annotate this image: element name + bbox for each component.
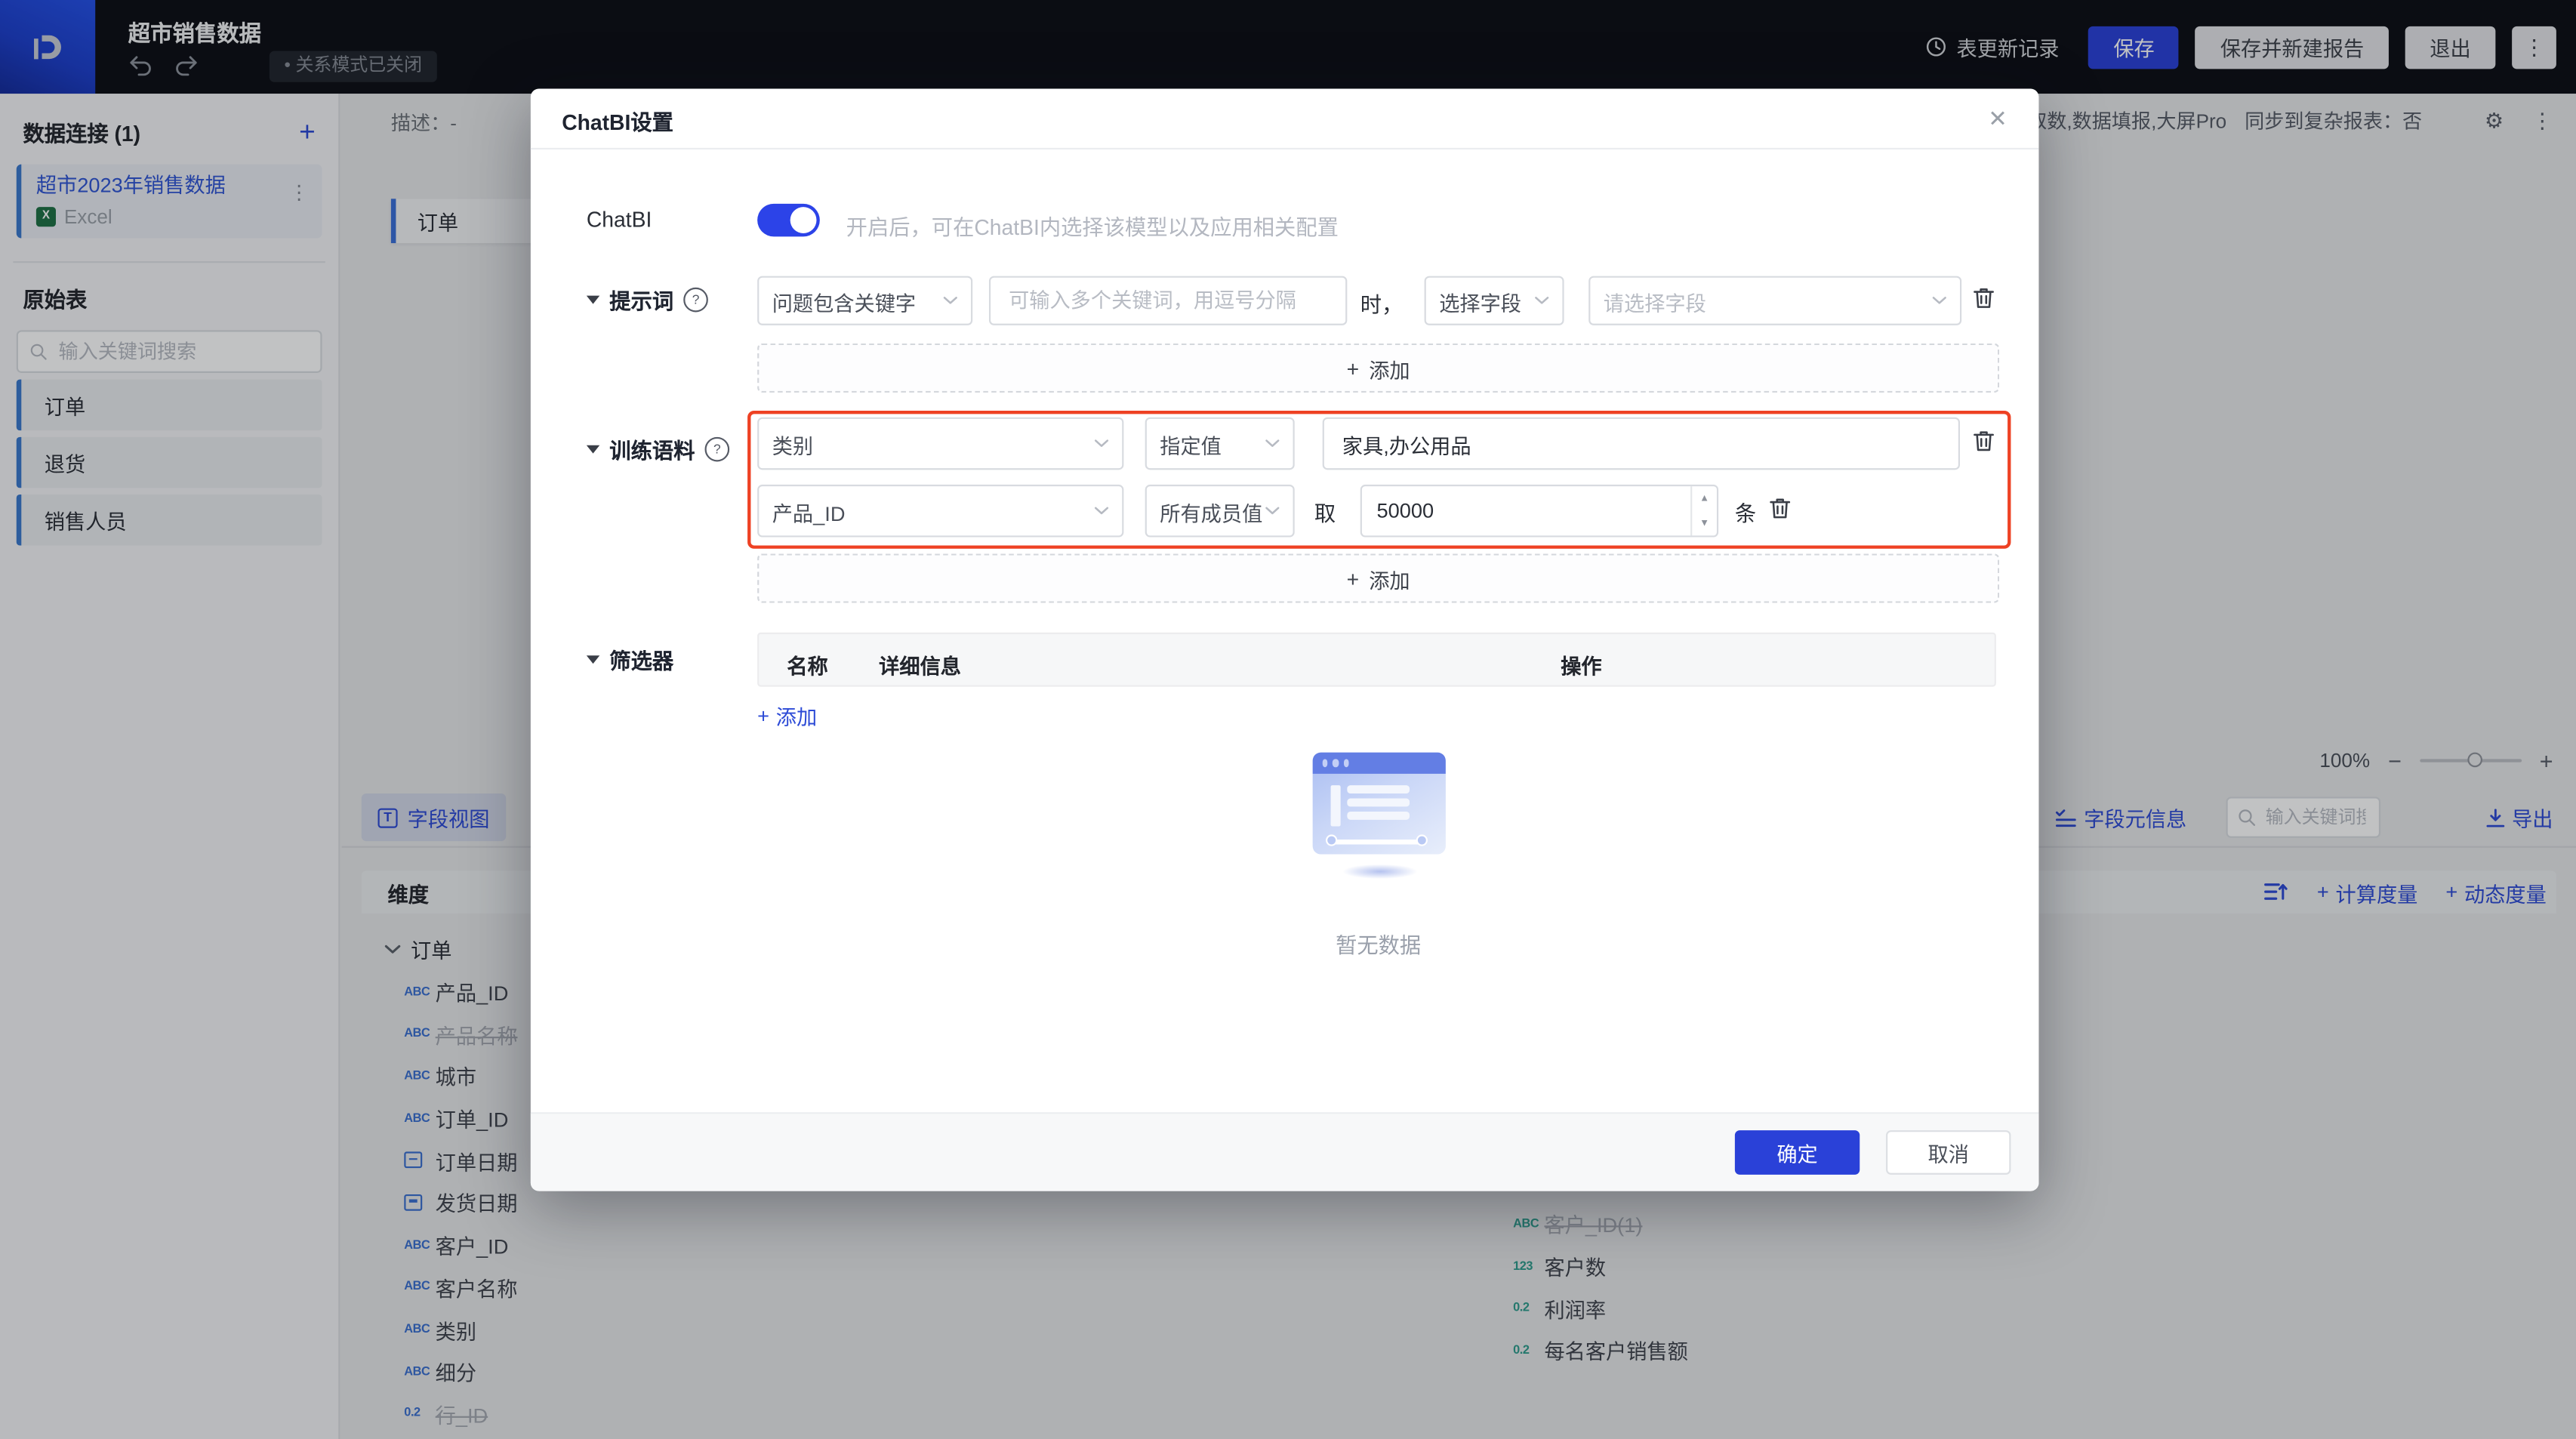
delete-corpus-row2-icon[interactable]	[1767, 496, 1794, 522]
filter-section-label: 筛选器	[609, 644, 673, 675]
corpus-row1-mode-select[interactable]: 指定值	[1145, 418, 1295, 470]
caret-down-icon	[587, 296, 599, 304]
corpus-row2-mode-select[interactable]: 所有成员值	[1145, 485, 1295, 538]
chatbi-label: ChatBI	[587, 207, 652, 232]
chatbi-toggle-hint: 开启后，可在ChatBI内选择该模型以及应用相关配置	[846, 211, 1339, 242]
plus-icon: +	[1347, 356, 1360, 381]
close-icon[interactable]: ✕	[1980, 100, 2016, 137]
caret-down-icon	[587, 445, 599, 454]
prompt-keywords-input[interactable]	[1006, 288, 1331, 314]
prompt-conjunction: 时，	[1360, 288, 1404, 319]
chatbi-toggle[interactable]	[757, 204, 820, 237]
chevron-down-icon	[1094, 506, 1109, 516]
chevron-down-icon	[943, 296, 958, 306]
corpus-take-label: 取	[1314, 496, 1336, 527]
prompt-add-label: 添加	[1369, 353, 1410, 384]
chevron-down-icon	[1265, 439, 1280, 448]
modal-footer: 确定 取消	[531, 1112, 2039, 1191]
corpus-unit-label: 条	[1735, 496, 1756, 527]
caret-down-icon	[587, 655, 599, 664]
prompt-keywords-input-wrap	[989, 276, 1347, 325]
corpus-count-input-wrap: ▲ ▼	[1360, 485, 1718, 538]
corpus-row2-mode-value: 所有成员值	[1160, 495, 1262, 526]
modal-title: ChatBI设置	[562, 105, 673, 136]
prompt-keyword-mode-value: 问题包含关键字	[772, 285, 916, 316]
filter-col-name: 名称	[787, 649, 827, 680]
corpus-row2-field-select[interactable]: 产品_ID	[757, 485, 1123, 538]
modal-header: ChatBI设置 ✕	[531, 89, 2039, 150]
app-root: 超市销售数据 • 关系模式已关闭 表更新记录 保存 保存并新建报告 退出 ⋮ 数…	[0, 0, 2576, 1439]
prompt-field-mode-value: 选择字段	[1439, 285, 1521, 316]
delete-corpus-row1-icon[interactable]	[1971, 429, 1998, 455]
corpus-section-label: 训练语料	[609, 433, 695, 464]
filter-table-header: 名称 详细信息 操作	[757, 633, 1996, 687]
filter-col-action: 操作	[1561, 649, 1601, 680]
cancel-button[interactable]: 取消	[1886, 1130, 2011, 1175]
prompt-section-label: 提示词	[609, 284, 673, 315]
prompt-field-select[interactable]: 请选择字段	[1588, 276, 1961, 325]
delete-prompt-row-icon[interactable]	[1971, 286, 1998, 313]
corpus-add-button[interactable]: + 添加	[757, 553, 1999, 602]
help-icon[interactable]: ?	[705, 437, 730, 462]
prompt-field-placeholder: 请选择字段	[1604, 285, 1706, 316]
prompt-add-button[interactable]: + 添加	[757, 344, 1999, 393]
corpus-add-label: 添加	[1369, 562, 1410, 593]
help-icon[interactable]: ?	[683, 288, 708, 313]
plus-icon: +	[757, 704, 769, 726]
corpus-count-input[interactable]	[1362, 500, 1690, 522]
plus-icon: +	[1347, 566, 1360, 591]
confirm-button[interactable]: 确定	[1735, 1130, 1860, 1175]
illustration-shadow	[1342, 864, 1418, 880]
corpus-row2-field-value: 产品_ID	[772, 495, 846, 526]
chevron-down-icon	[1265, 506, 1280, 516]
corpus-row1-value-input-wrap	[1323, 418, 1960, 470]
corpus-section-header[interactable]: 训练语料 ?	[587, 433, 729, 464]
corpus-row1-value-input[interactable]	[1339, 430, 1943, 457]
prompt-section-header[interactable]: 提示词 ?	[587, 284, 708, 315]
corpus-row1-field-select[interactable]: 类别	[757, 418, 1123, 470]
chevron-down-icon	[1932, 296, 1947, 306]
prompt-keyword-mode-select[interactable]: 问题包含关键字	[757, 276, 972, 325]
corpus-row1-field-value: 类别	[772, 428, 813, 459]
chevron-down-icon	[1094, 439, 1109, 448]
stepper-down-icon[interactable]: ▼	[1692, 511, 1717, 536]
empty-state-text: 暂无数据	[1214, 928, 1542, 959]
count-stepper: ▲ ▼	[1690, 486, 1717, 535]
stepper-up-icon[interactable]: ▲	[1692, 486, 1717, 511]
filter-section-header[interactable]: 筛选器	[587, 644, 673, 675]
filter-col-detail: 详细信息	[879, 649, 961, 680]
filter-add-label: 添加	[776, 700, 817, 731]
filter-add-link[interactable]: + 添加	[757, 700, 817, 731]
chevron-down-icon	[1534, 296, 1549, 306]
illustration-titlebar	[1313, 753, 1446, 774]
chatbi-settings-modal: ChatBI设置 ✕ ChatBI 开启后，可在ChatBI内选择该模型以及应用…	[531, 89, 2039, 1191]
corpus-row1-mode-value: 指定值	[1160, 428, 1222, 459]
prompt-field-mode-select[interactable]: 选择字段	[1425, 276, 1564, 325]
empty-state-illustration	[1313, 753, 1446, 855]
